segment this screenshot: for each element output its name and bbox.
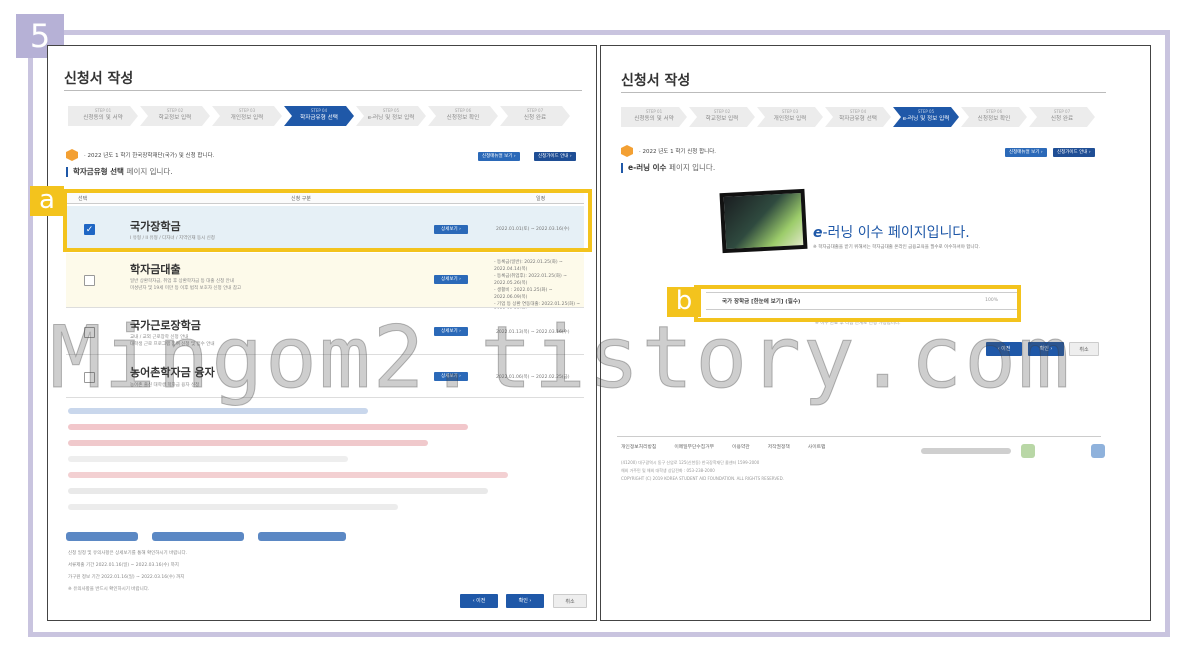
- detail-button[interactable]: 상세보기 ›: [434, 275, 468, 284]
- confirm-button[interactable]: 확인 ›: [1028, 342, 1064, 356]
- blurred-notice-line: [68, 472, 508, 478]
- detail-button[interactable]: 상세보기 ›: [434, 327, 468, 336]
- step-progress: STEP 01 신청동의 및 서약 STEP 02 학교정보 입력 STEP 03 개…: [621, 107, 1097, 127]
- step-3: STEP 03 개인정보 입력: [757, 107, 823, 127]
- notice-icon: [66, 149, 78, 161]
- footer-link-sitemap[interactable]: 사이트맵: [808, 443, 826, 450]
- step-7: STEP 07 신청 완료: [500, 106, 570, 126]
- cancel-button[interactable]: 취소: [553, 594, 587, 608]
- page-title: 신청서 작성: [64, 71, 134, 87]
- row-description: 교내 / 교외 근로장학 신청 안내 대학생 근로 프로그램 참여 신청 및 접…: [130, 335, 215, 347]
- guide-info-button[interactable]: 신청가이드 안내 ›: [534, 152, 576, 161]
- step-7: STEP 07 신청 완료: [1029, 107, 1095, 127]
- left-panel: 신청서 작성 STEP 01 신청동의 및 서약 STEP 02 학교정보 입력 S…: [47, 45, 597, 621]
- notice-row: · 2022 년도 1 학기 신청 합니다.: [621, 145, 716, 157]
- footer-link-terms[interactable]: 이용약관: [732, 443, 750, 450]
- row-period: 2022.01.13(목) ~ 2022.03.16(수): [496, 330, 570, 335]
- title-divider: [621, 92, 1106, 93]
- footer-links: 개인정보처리방침 이메일무단수집거부 이용약관 저작권정책 사이트맵: [621, 443, 825, 450]
- footer-copyright: COPYRIGHT (C) 2019 KOREA STUDENT AID FOU…: [621, 476, 784, 481]
- blurred-footer-badge: [1021, 444, 1035, 458]
- blurred-notice-line: [68, 488, 488, 494]
- row-period: - 등록금(일반): 2022.01.25(화) ~ 2022.04.14(목)…: [494, 260, 581, 314]
- row-title: 국가근로장학금: [130, 319, 201, 332]
- step-6: STEP 06 신청정보 확인: [428, 106, 498, 126]
- rural-loan-row[interactable]: 농어촌학자금 융자 농어촌 출신 대학생 학자금 융자 신청 상세보기 › 20…: [66, 356, 584, 398]
- footer-address: (41200) 대구광역시 동구 신암로 125(신천동) 한국장학재단 콜센터…: [621, 460, 760, 465]
- blurred-link-button[interactable]: [152, 532, 244, 541]
- title-divider: [64, 90, 582, 91]
- elearning-title: e-러닝 이수 페이지입니다.: [813, 225, 970, 241]
- loan-row[interactable]: 학자금대출 일반 상환학자금, 취업 후 상환학자금 등 대출 신청 안내 미성…: [66, 253, 584, 314]
- rural-loan-checkbox[interactable]: [84, 372, 95, 383]
- step-5: STEP 05 e-러닝 및 정보 입력: [356, 106, 426, 126]
- elearning-subtitle: ※ 학자금대출을 받기 위해서는 학자금대출 온라인 금융교육을 필수로 이수하…: [813, 245, 981, 250]
- row-description: 일반 상환학자금, 취업 후 상환학자금 등 대출 신청 안내 미성년자 및 1…: [130, 279, 242, 291]
- step-1: STEP 01 신청동의 및 서약: [621, 107, 687, 127]
- step-4: STEP 04 학자금유형 선택: [284, 106, 354, 126]
- info-line: 서류제출 기간 2022.01.16(일) ~ 2022.03.16(수) 까지: [68, 563, 179, 568]
- annotation-tag-a: a: [30, 186, 64, 216]
- step-5: STEP 05 e-러닝 및 정보 입력: [893, 107, 959, 127]
- row-title: 농어촌학자금 융자: [130, 366, 215, 379]
- step-3: STEP 03 개인정보 입력: [212, 106, 282, 126]
- section-heading: e-러닝 이수 페이지 입니다.: [621, 163, 715, 173]
- blurred-notice-line: [68, 440, 428, 446]
- notice-text: · 2022 년도 1 학기 신청 합니다.: [639, 149, 717, 155]
- footer-phone: 해외 거주민 및 해외 대학생 상담전화 : 053-238-2000: [621, 468, 715, 473]
- step-progress: STEP 01 신청동의 및 서약 STEP 02 학교정보 입력 STEP 03 개…: [68, 106, 572, 126]
- student-loan-checkbox[interactable]: [84, 275, 95, 286]
- notice-text: · 2022 년도 1 학기 한국장학재단(국가) 및 신청 합니다.: [84, 153, 215, 159]
- blurred-footer-logo: [921, 448, 1011, 454]
- blurred-notice-line: [68, 424, 468, 430]
- row-description: 농어촌 출신 대학생 학자금 융자 신청: [130, 383, 200, 388]
- section-heading: 학자금유형 선택 페이지 입니다.: [66, 167, 173, 177]
- highlight-box-b: [694, 285, 1021, 322]
- step-2: STEP 02 학교정보 입력: [140, 106, 210, 126]
- info-line: 신청 일정 및 유의사항은 상세보기를 통해 확인하시기 바랍니다.: [68, 551, 188, 556]
- guide-info-button[interactable]: 신청가이드 안내 ›: [1053, 148, 1095, 157]
- footer-link-copyright[interactable]: 저작권정책: [768, 443, 790, 450]
- notice-row: · 2022 년도 1 학기 한국장학재단(국가) 및 신청 합니다.: [66, 149, 214, 161]
- detail-button[interactable]: 상세보기 ›: [434, 372, 468, 381]
- right-panel: 신청서 작성 STEP 01 신청동의 및 서약 STEP 02 학교정보 입력 S…: [600, 45, 1151, 621]
- highlight-box-a: [63, 189, 592, 252]
- blurred-link-button[interactable]: [258, 532, 346, 541]
- step-2: STEP 02 학교정보 입력: [689, 107, 755, 127]
- guide-manual-button[interactable]: 신청매뉴얼 보기 ›: [1005, 148, 1047, 157]
- guide-manual-button[interactable]: 신청매뉴얼 보기 ›: [478, 152, 520, 161]
- blurred-notice-line: [68, 408, 368, 414]
- work-study-checkbox[interactable]: [84, 327, 95, 338]
- blurred-notice-line: [68, 456, 348, 462]
- blurred-link-button[interactable]: [66, 532, 138, 541]
- work-study-row[interactable]: 국가근로장학금 교내 / 교외 근로장학 신청 안내 대학생 근로 프로그램 참…: [66, 309, 584, 355]
- row-period: 2022.01.06(목) ~ 2022.02.25(금): [496, 375, 570, 380]
- footer-link-privacy[interactable]: 개인정보처리방침: [621, 443, 656, 450]
- notice-icon: [621, 145, 633, 157]
- prev-button[interactable]: ‹ 이전: [986, 342, 1022, 356]
- step-1: STEP 01 신청동의 및 서약: [68, 106, 138, 126]
- elearning-monitor-image: [719, 188, 808, 254]
- annotation-tag-b: b: [667, 287, 701, 317]
- blurred-notice-line: [68, 504, 398, 510]
- blurred-footer-badge: [1091, 444, 1105, 458]
- prev-button[interactable]: ‹ 이전: [460, 594, 498, 608]
- cancel-button[interactable]: 취소: [1069, 342, 1099, 356]
- confirm-button[interactable]: 확인 ›: [506, 594, 544, 608]
- page-title: 신청서 작성: [621, 73, 691, 89]
- footer-divider: [617, 436, 1101, 437]
- info-line: ※ 유의사항을 반드시 확인하시기 바랍니다.: [68, 587, 150, 592]
- step-6: STEP 06 신청정보 확인: [961, 107, 1027, 127]
- row-title: 학자금대출: [130, 263, 181, 276]
- footer-link-email[interactable]: 이메일무단수집거부: [674, 443, 714, 450]
- info-line: 가구원 정보 기간 2022.01.16(일) ~ 2022.03.16(수) …: [68, 575, 185, 580]
- step-4: STEP 04 학자금유형 선택: [825, 107, 891, 127]
